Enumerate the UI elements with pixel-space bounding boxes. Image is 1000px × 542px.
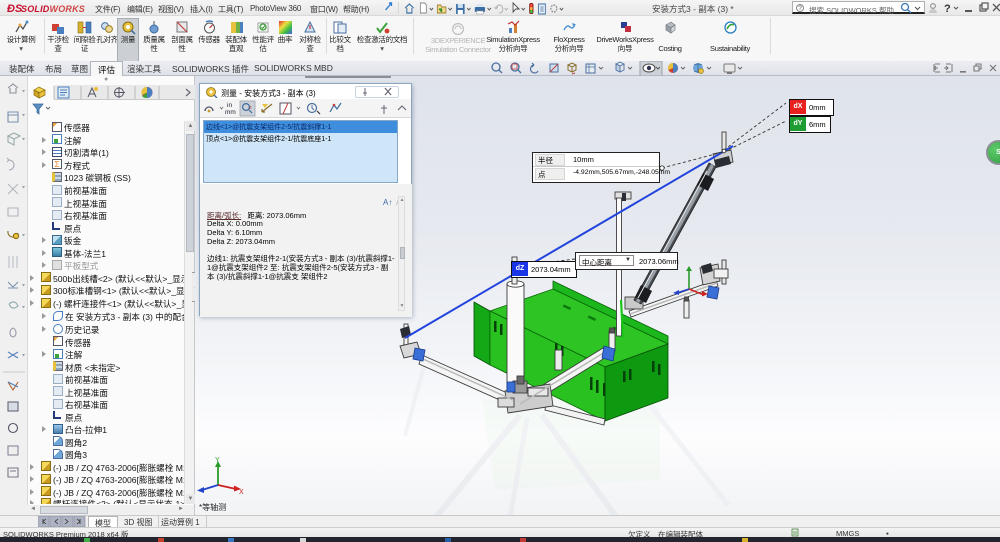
svg-text:?: ? xyxy=(944,3,951,15)
svg-text:z: z xyxy=(249,105,252,111)
svg-text:Y: Y xyxy=(215,457,220,464)
svg-text:mm: mm xyxy=(225,109,236,116)
svg-text:SOLIDWORKS: SOLIDWORKS xyxy=(21,4,85,14)
svg-text:in: in xyxy=(227,102,232,109)
svg-text:X: X xyxy=(239,489,244,496)
svg-text:A↑: A↑ xyxy=(383,198,392,207)
